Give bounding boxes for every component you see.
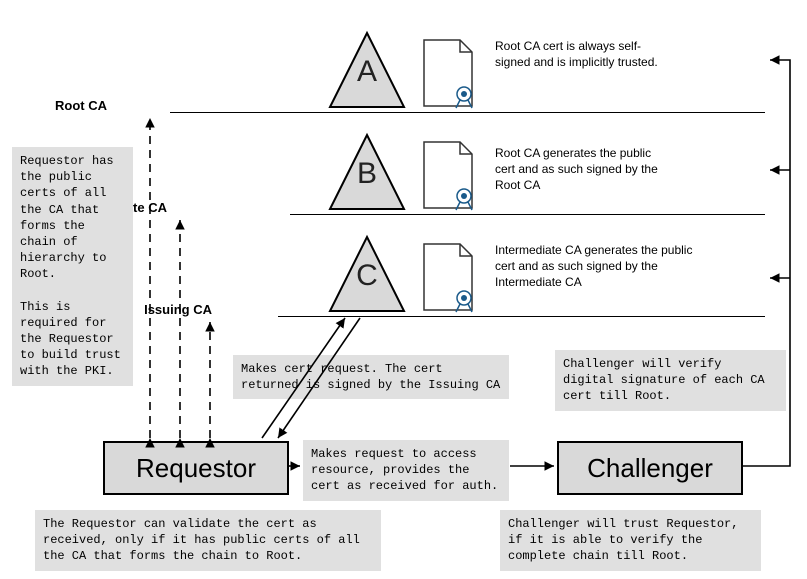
- requestor-label: Requestor: [136, 453, 256, 484]
- note-challenger-trust: Challenger will trust Requestor, if it i…: [500, 510, 761, 571]
- note-requestor-validate: The Requestor can validate the cert as r…: [35, 510, 381, 571]
- note-requestor-pki: Requestor has the public certs of all th…: [12, 147, 133, 386]
- challenger-box: Challenger: [557, 441, 743, 495]
- note-cert-request: Makes cert request. The cert returned is…: [233, 355, 509, 399]
- note-challenger-verify: Challenger will verify digital signature…: [555, 350, 786, 411]
- issuing-ca-letter: C: [347, 259, 387, 293]
- issuing-ca-desc: Intermediate CA generates the public cer…: [495, 242, 695, 291]
- root-ca-line: [170, 112, 765, 113]
- intermediate-ca-line: [290, 214, 765, 215]
- intermediate-ca-desc: Root CA generates the public cert and as…: [495, 145, 665, 194]
- root-ca-label: Root CA: [0, 98, 107, 113]
- pki-diagram: Root CA A Root CA cert is always self-si…: [0, 0, 807, 579]
- root-ca-letter: A: [347, 55, 387, 89]
- challenger-label: Challenger: [587, 453, 713, 484]
- note-access-request: Makes request to access resource, provid…: [303, 440, 509, 501]
- issuing-ca-cert-icon: [420, 242, 480, 314]
- intermediate-ca-letter: B: [347, 157, 387, 191]
- intermediate-ca-cert-icon: [420, 140, 480, 212]
- root-ca-desc: Root CA cert is always self-signed and i…: [495, 38, 665, 70]
- root-ca-cert-icon: [420, 38, 480, 110]
- requestor-box: Requestor: [103, 441, 289, 495]
- issuing-ca-line: [278, 316, 765, 317]
